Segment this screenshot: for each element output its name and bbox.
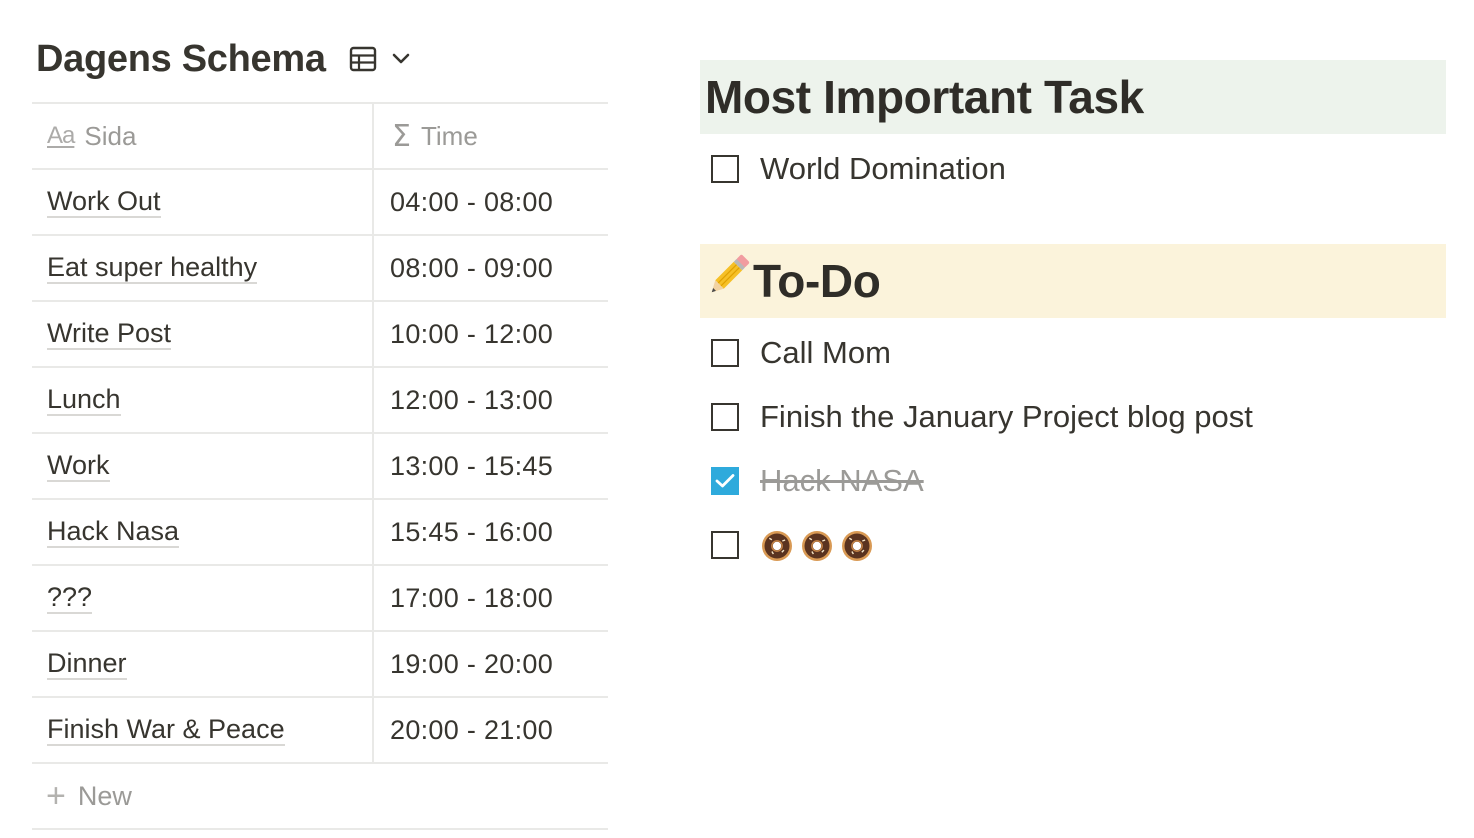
row-time: 19:00 - 20:00 <box>390 648 554 679</box>
name-cell: Write Post <box>32 302 374 366</box>
time-cell[interactable]: 10:00 - 12:00 <box>374 302 608 366</box>
table-row: Eat super healthy 08:00 - 09:00 <box>32 236 608 302</box>
row-time: 10:00 - 12:00 <box>390 318 554 349</box>
database-view: Dagens Schema Aa Sida Σ Time Work Out 04… <box>32 30 608 830</box>
time-cell[interactable]: 15:45 - 16:00 <box>374 500 608 564</box>
row-title[interactable]: Write Post <box>47 318 172 350</box>
todo-item: Hack NASA <box>700 449 1446 513</box>
table-row: Write Post 10:00 - 12:00 <box>32 302 608 368</box>
row-time: 17:00 - 18:00 <box>390 582 554 613</box>
time-cell[interactable]: 13:00 - 15:45 <box>374 434 608 498</box>
table-row: Lunch 12:00 - 13:00 <box>32 368 608 434</box>
time-cell[interactable]: 17:00 - 18:00 <box>374 566 608 630</box>
name-cell: ??? <box>32 566 374 630</box>
mit-heading-text: Most Important Task <box>705 71 1144 123</box>
formula-sigma-icon: Σ <box>392 118 411 154</box>
todo-heading-text: To-Do <box>753 255 881 307</box>
pencil-icon <box>705 253 751 309</box>
todo-text[interactable]: Hack NASA <box>760 463 924 499</box>
table-row: Hack Nasa 15:45 - 16:00 <box>32 500 608 566</box>
row-time: 08:00 - 09:00 <box>390 252 554 283</box>
donut-icon <box>802 531 832 562</box>
database-title[interactable]: Dagens Schema <box>36 38 326 81</box>
checkbox[interactable] <box>711 339 739 367</box>
text-property-icon: Aa <box>47 122 75 149</box>
column-header-time[interactable]: Σ Time <box>374 104 608 168</box>
row-time: 13:00 - 15:45 <box>390 450 554 481</box>
name-cell: Dinner <box>32 632 374 696</box>
name-cell: Hack Nasa <box>32 500 374 564</box>
donut-icon <box>842 531 872 562</box>
column-label: Sida <box>84 120 137 151</box>
database-header: Dagens Schema <box>32 30 608 88</box>
todo-text[interactable]: World Domination <box>760 151 1006 187</box>
todo-text-donuts[interactable] <box>760 527 880 564</box>
mit-heading: Most Important Task <box>700 60 1446 134</box>
time-cell[interactable]: 12:00 - 13:00 <box>374 368 608 432</box>
check-icon <box>715 474 735 488</box>
row-title[interactable]: Work Out <box>47 186 161 218</box>
table-row: Finish War & Peace 20:00 - 21:00 <box>32 698 608 764</box>
checkbox[interactable] <box>711 403 739 431</box>
plus-icon: + <box>46 777 66 815</box>
column-header-sida[interactable]: Aa Sida <box>32 104 374 168</box>
row-time: 04:00 - 08:00 <box>390 186 554 217</box>
most-important-task-section: Most Important Task World Domination <box>700 60 1446 201</box>
new-row-label: New <box>77 780 132 811</box>
table-row: Work Out 04:00 - 08:00 <box>32 170 608 236</box>
time-cell[interactable]: 19:00 - 20:00 <box>374 632 608 696</box>
name-cell: Work Out <box>32 170 374 234</box>
checkbox[interactable] <box>711 531 739 559</box>
todo-heading: To-Do <box>700 244 1446 318</box>
new-row-button[interactable]: + New <box>32 764 608 830</box>
todo-section: To-Do Call Mom Finish the January Projec… <box>700 244 1446 577</box>
table-icon[interactable] <box>348 44 378 74</box>
time-cell[interactable]: 08:00 - 09:00 <box>374 236 608 300</box>
todo-item: Call Mom <box>700 321 1446 385</box>
todo-item <box>700 513 1446 577</box>
todo-item: Finish the January Project blog post <box>700 385 1446 449</box>
table-row: Work 13:00 - 15:45 <box>32 434 608 500</box>
column-label: Time <box>420 120 478 151</box>
row-title[interactable]: Work <box>47 450 110 482</box>
name-cell: Finish War & Peace <box>32 698 374 762</box>
name-cell: Eat super healthy <box>32 236 374 300</box>
table-row: Dinner 19:00 - 20:00 <box>32 632 608 698</box>
name-cell: Lunch <box>32 368 374 432</box>
row-title[interactable]: ??? <box>47 582 93 614</box>
todo-text[interactable]: Call Mom <box>760 335 891 371</box>
checkbox[interactable] <box>711 155 739 183</box>
database-table: Aa Sida Σ Time Work Out 04:00 - 08:00 Ea… <box>32 102 608 830</box>
todo-item: World Domination <box>700 137 1446 201</box>
row-title[interactable]: Dinner <box>47 648 127 680</box>
row-title[interactable]: Eat super healthy <box>47 252 258 284</box>
time-cell[interactable]: 04:00 - 08:00 <box>374 170 608 234</box>
row-time: 20:00 - 21:00 <box>390 714 554 745</box>
table-row: ??? 17:00 - 18:00 <box>32 566 608 632</box>
donut-icon <box>762 531 792 562</box>
table-header-row: Aa Sida Σ Time <box>32 104 608 170</box>
row-time: 12:00 - 13:00 <box>390 384 554 415</box>
chevron-down-icon[interactable] <box>390 48 412 70</box>
row-title[interactable]: Hack Nasa <box>47 516 180 548</box>
time-cell[interactable]: 20:00 - 21:00 <box>374 698 608 762</box>
row-title[interactable]: Finish War & Peace <box>47 714 285 746</box>
name-cell: Work <box>32 434 374 498</box>
row-title[interactable]: Lunch <box>47 384 121 416</box>
row-time: 15:45 - 16:00 <box>390 516 554 547</box>
todo-text[interactable]: Finish the January Project blog post <box>760 399 1253 435</box>
checkbox-checked[interactable] <box>711 467 739 495</box>
